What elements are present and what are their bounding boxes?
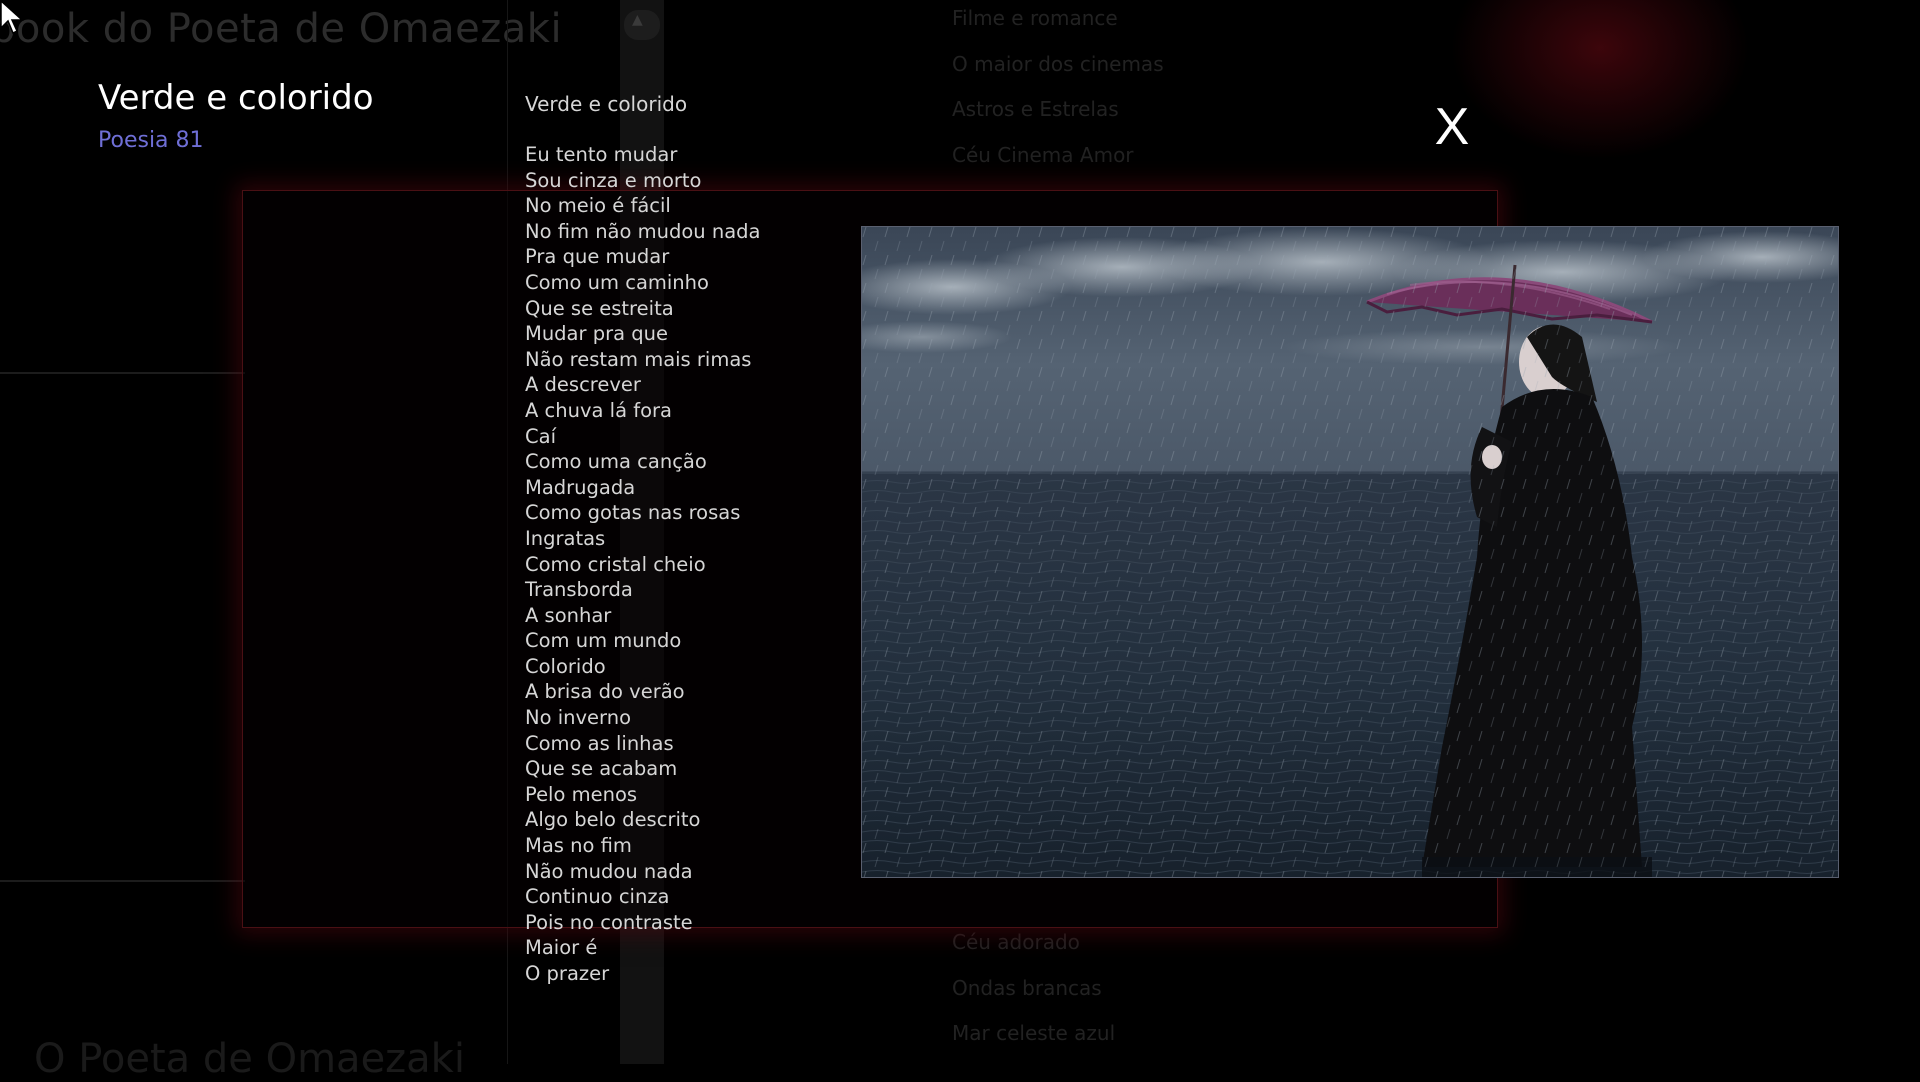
background-site-title: book do Poeta de Omaezaki [0,6,563,52]
poem-line: Como uma canção [525,450,707,474]
poem-line: Que se acabam [525,757,678,781]
poem-line: Mas no fim [525,834,632,858]
poem-line: Não restam mais rimas [525,347,752,371]
poem-line: Caí [525,424,556,448]
background-red-glow [1450,0,1750,160]
background-nav-bottom: Céu adorado Ondas brancas Mar celeste az… [952,928,1115,1065]
poem-line: A chuva lá fora [525,398,672,422]
poem-line: Madrugada [525,475,636,499]
poem-line: Transborda [525,578,633,602]
background-nav-link[interactable]: Céu Cinema Amor [952,141,1164,187]
background-divider [0,372,245,374]
poem-line: Colorido [525,654,606,678]
poem-line: Mudar pra que [525,322,669,346]
poem-line: Sou cinza e morto [525,168,702,192]
background-nav-top: Filme e romance O maior dos cinemas Astr… [952,4,1164,186]
poem-line: Como um caminho [525,270,709,294]
poem-line: O prazer [525,962,610,985]
poem-line: No fim não mudou nada [525,219,761,243]
background-nav-link[interactable]: O maior dos cinemas [952,50,1164,96]
poem-line: No meio é fácil [525,194,671,218]
scroll-up-arrow-icon[interactable]: ▲ [632,12,643,28]
poem-line: Como gotas nas rosas [525,501,741,525]
poem-line: Com um mundo [525,629,682,653]
poem-line: Ingratas [525,526,606,550]
background-site-title-bottom: O Poeta de Omaezaki [34,1036,465,1082]
poem-line: Eu tento mudar [525,143,678,166]
poem-line: Maior é [525,936,598,960]
poem-line: Pra que mudar [525,245,670,269]
poem-line: No inverno [525,706,631,730]
poem-line: Algo belo descrito [525,808,701,832]
poem-text: Eu tento mudar Sou cinza e morto No meio é… [525,142,761,987]
background-divider [0,880,245,882]
close-button[interactable]: X [1424,96,1480,158]
background-nav-link[interactable]: Mar celeste azul [952,1019,1115,1065]
poem-line: Continuo cinza [525,885,670,909]
poem-title: Verde e colorido [98,78,374,118]
poem-line: Não mudou nada [525,859,693,883]
background-nav-link[interactable]: Astros e Estrelas [952,95,1164,141]
poem-line: Como as linhas [525,731,674,755]
poem-header: Verde e colorido [525,92,688,116]
background-nav-link[interactable]: Ondas brancas [952,974,1115,1020]
background-nav-link[interactable]: Filme e romance [952,4,1164,50]
poem-line: Que se estreita [525,296,674,320]
poem-line: A sonhar [525,603,612,627]
poem-photo [861,226,1839,878]
poem-line: A brisa do verão [525,680,685,704]
poem-line: Como cristal cheio [525,552,706,576]
poem-line: A descrever [525,373,641,397]
poem-line: Pelo menos [525,782,638,806]
mouse-pointer-icon [0,0,24,35]
background-nav-link[interactable]: Céu adorado [952,928,1115,974]
poem-line: Pois no contraste [525,910,693,934]
poem-subtitle: Poesia 81 [98,128,204,153]
